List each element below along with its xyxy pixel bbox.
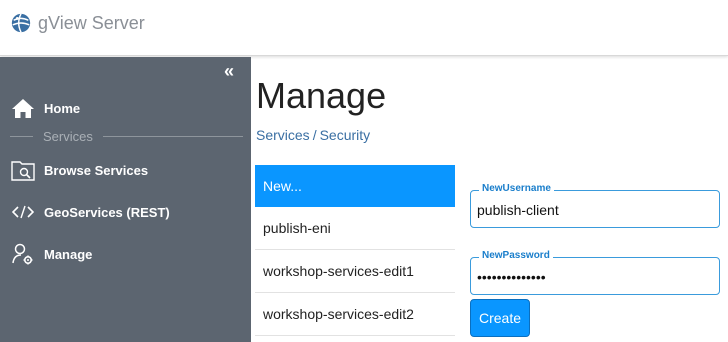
- list-item[interactable]: workshop-services-edit1: [255, 250, 455, 293]
- new-username-field: NewUsername: [470, 183, 720, 228]
- sidebar-item-browse-services[interactable]: Browse Services: [10, 157, 148, 183]
- list-item-new[interactable]: New...: [255, 165, 455, 207]
- new-username-label: NewUsername: [479, 183, 554, 194]
- app-header: gView Server: [0, 0, 728, 56]
- sidebar-item-label: Manage: [44, 246, 93, 262]
- breadcrumb-services[interactable]: Services: [256, 127, 310, 143]
- collapse-sidebar-button[interactable]: «: [224, 61, 234, 82]
- new-password-field: NewPassword: [470, 250, 720, 295]
- list-item[interactable]: workshop-services-edit2: [255, 293, 455, 336]
- sidebar-item-label: Browse Services: [44, 162, 149, 178]
- sidebar-item-home[interactable]: Home: [10, 95, 80, 121]
- section-label: Services: [43, 129, 93, 144]
- home-icon: [10, 95, 36, 121]
- breadcrumb-separator: /: [312, 127, 317, 143]
- globe-icon: [11, 13, 31, 33]
- section-divider-services: Services: [10, 129, 243, 144]
- create-button[interactable]: Create: [470, 299, 530, 337]
- sidebar-item-manage[interactable]: Manage: [10, 241, 92, 267]
- sidebar-item-label: Home: [44, 100, 81, 116]
- sidebar-item-geoservices-rest[interactable]: GeoServices (REST): [10, 199, 170, 225]
- divider-line: [102, 136, 243, 137]
- divider-line: [10, 136, 33, 137]
- brand[interactable]: gView Server: [10, 12, 145, 34]
- user-gear-icon: [10, 241, 36, 267]
- new-username-input[interactable]: [477, 200, 713, 220]
- sidebar-item-label: GeoServices (REST): [44, 204, 170, 220]
- breadcrumb: Services / Security: [256, 127, 370, 143]
- browse-folder-icon: [10, 157, 36, 183]
- list-item[interactable]: publish-eni: [255, 207, 455, 250]
- new-password-label: NewPassword: [479, 250, 553, 261]
- sidebar: « Home Services Browse Services GeoServi…: [0, 57, 251, 342]
- new-password-input[interactable]: [477, 267, 713, 287]
- app-title: gView Server: [38, 12, 145, 33]
- breadcrumb-security[interactable]: Security: [320, 127, 371, 143]
- page-title: Manage: [256, 75, 387, 116]
- code-icon: [10, 199, 36, 225]
- users-list: New... publish-eni workshop-services-edi…: [255, 165, 455, 336]
